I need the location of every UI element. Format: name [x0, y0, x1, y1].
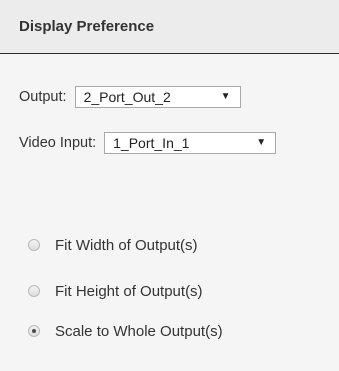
radio-label: Scale to Whole Output(s) [55, 322, 223, 340]
chevron-down-icon: ▼ [220, 91, 231, 102]
radio-button-selected[interactable] [28, 325, 40, 337]
video-input-field: Video Input: 1_Port_In_1 ▼ [19, 131, 277, 155]
radio-button[interactable] [28, 239, 40, 251]
video-input-label: Video Input: [19, 135, 97, 151]
radio-scale-whole[interactable]: Scale to Whole Output(s) [28, 321, 223, 341]
output-select[interactable]: 2_Port_Out_2 ▼ [74, 86, 241, 108]
radio-fit-width[interactable]: Fit Width of Output(s) [28, 235, 198, 255]
panel-header: Display Preference [0, 0, 339, 54]
radio-fit-height[interactable]: Fit Height of Output(s) [28, 281, 203, 301]
output-label: Output: [19, 89, 67, 105]
radio-button[interactable] [28, 285, 40, 297]
video-input-select[interactable]: 1_Port_In_1 ▼ [104, 132, 277, 154]
video-input-select-value: 1_Port_In_1 [113, 135, 190, 151]
radio-label: Fit Width of Output(s) [55, 236, 198, 254]
chevron-down-icon: ▼ [256, 137, 267, 148]
display-preference-panel: Display Preference Output: 2_Port_Out_2 … [0, 0, 339, 371]
output-select-value: 2_Port_Out_2 [83, 89, 171, 105]
radio-label: Fit Height of Output(s) [55, 282, 203, 300]
output-field: Output: 2_Port_Out_2 ▼ [19, 85, 241, 109]
panel-title: Display Preference [19, 18, 155, 35]
